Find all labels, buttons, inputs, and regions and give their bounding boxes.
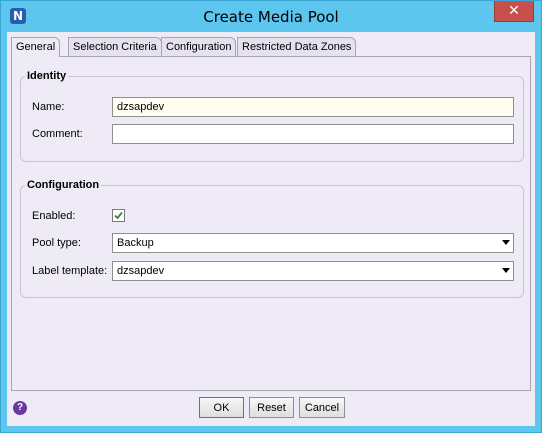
help-icon[interactable]: ? — [13, 401, 27, 415]
chevron-down-icon — [502, 268, 510, 273]
window-title: Create Media Pool — [203, 8, 339, 26]
close-button[interactable]: ✕ — [494, 1, 534, 22]
tab-selection-criteria[interactable]: Selection Criteria — [68, 37, 162, 56]
dialog-client: General Selection Criteria Configuration… — [7, 32, 535, 426]
title-bar[interactable]: N Create Media Pool ✕ — [1, 1, 541, 32]
pool-type-label: Pool type: — [32, 237, 81, 249]
configuration-legend: Configuration — [25, 179, 102, 191]
identity-group: Identity Name: dzsapdev Comment: — [20, 70, 524, 162]
tab-general[interactable]: General — [11, 37, 61, 57]
enabled-label: Enabled: — [32, 210, 76, 222]
enabled-checkbox[interactable] — [112, 209, 125, 222]
identity-legend: Identity — [25, 70, 69, 82]
cancel-button[interactable]: Cancel — [299, 397, 345, 418]
checkmark-icon — [114, 211, 123, 220]
chevron-down-icon — [502, 240, 510, 245]
general-tab-panel: Identity Name: dzsapdev Comment: Configu… — [11, 56, 531, 391]
label-template-select[interactable]: dzsapdev — [112, 261, 514, 281]
ok-button[interactable]: OK — [199, 397, 244, 418]
tab-restricted-data-zones[interactable]: Restricted Data Zones — [237, 37, 357, 56]
reset-button[interactable]: Reset — [249, 397, 294, 418]
dialog-window: N Create Media Pool ✕ General Selection … — [0, 0, 542, 433]
pool-type-value: Backup — [117, 237, 154, 249]
name-label: Name: — [32, 101, 65, 113]
comment-label: Comment: — [32, 128, 83, 140]
pool-type-select[interactable]: Backup — [112, 233, 514, 253]
tab-configuration[interactable]: Configuration — [161, 37, 237, 56]
label-template-label: Label template: — [32, 265, 108, 277]
name-input[interactable]: dzsapdev — [112, 97, 514, 117]
comment-input[interactable] — [112, 124, 514, 144]
configuration-group: Configuration Enabled: Pool type: Backup… — [20, 179, 524, 298]
label-template-value: dzsapdev — [117, 265, 165, 277]
